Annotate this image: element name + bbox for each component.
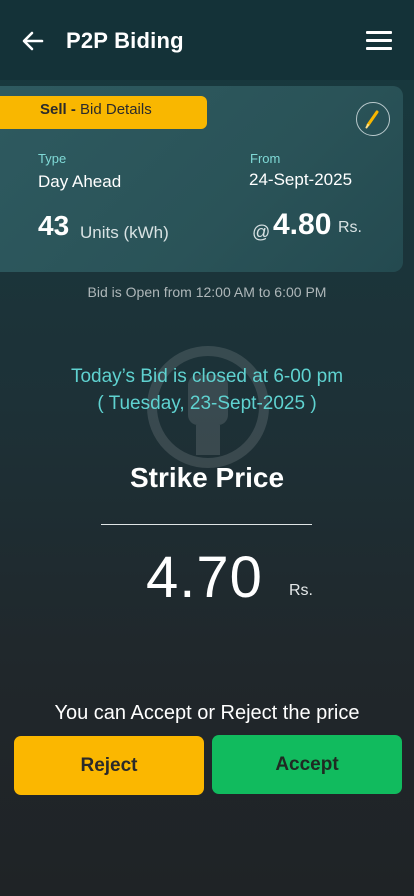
- accept-reject-prompt: You can Accept or Reject the price: [54, 702, 360, 724]
- bid-open-hours: Bid is Open from 12:00 AM to 6:00 PM: [87, 284, 327, 300]
- type-label: Type: [38, 151, 67, 166]
- app-header: P2P Biding: [0, 0, 414, 80]
- units-value: 43: [38, 210, 70, 241]
- bid-closed-notice: Today’s Bid is closed at 6-00 pm: [70, 366, 344, 387]
- edit-button[interactable]: [356, 102, 390, 136]
- units-label: Units (kWh): [80, 223, 169, 242]
- reject-button[interactable]: Reject: [14, 736, 204, 795]
- divider: [101, 524, 312, 525]
- strike-price-label: Strike Price: [129, 462, 285, 493]
- bid-closed-date: ( Tuesday, 23-Sept-2025 ): [97, 393, 317, 414]
- bid-price-value: 4.80: [273, 208, 332, 241]
- badge-text: Bid Details: [75, 101, 152, 118]
- from-value: 24-Sept-2025: [249, 170, 353, 189]
- strike-price-value: 4.70: [146, 545, 263, 610]
- badge-action: Sell -: [40, 101, 76, 118]
- type-value: Day Ahead: [38, 172, 122, 191]
- arrow-left-icon[interactable]: [18, 26, 48, 56]
- bid-price-currency: Rs.: [338, 219, 362, 236]
- from-label: From: [250, 151, 281, 166]
- accept-button[interactable]: Accept: [212, 735, 402, 794]
- hamburger-menu-icon[interactable]: [366, 28, 394, 54]
- page-title: P2P Biding: [66, 28, 184, 53]
- strike-price-currency: Rs.: [289, 582, 313, 599]
- bid-details-badge: Sell - Bid Details: [0, 96, 207, 129]
- pencil-icon: [365, 110, 379, 129]
- at-symbol: @: [252, 222, 271, 242]
